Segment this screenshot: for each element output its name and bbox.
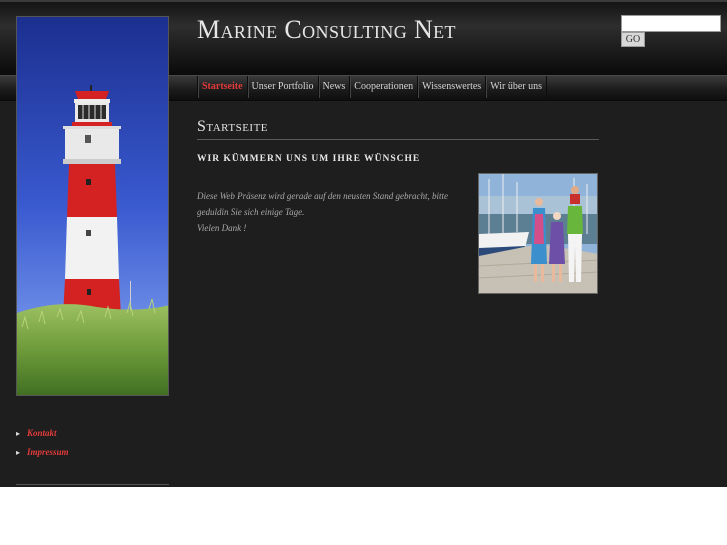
intro-text: Diese Web Präsenz wird gerade auf den ne… (197, 188, 462, 236)
sidebar-link-kontakt[interactable]: ▸ Kontakt (16, 424, 69, 442)
nav-item-startseite[interactable]: Startseite (198, 76, 248, 98)
sidebar-link-label: Kontakt (27, 428, 57, 438)
arrow-bullet-icon: ▸ (16, 429, 21, 438)
arrow-bullet-icon: ▸ (16, 448, 21, 457)
intro-paragraph: Diese Web Präsenz wird gerade auf den ne… (197, 191, 449, 217)
intro-thanks: Vielen Dank ! (197, 223, 247, 233)
nav-item-unser-portfolio[interactable]: Unser Portfolio (248, 76, 319, 98)
search-input[interactable] (621, 15, 721, 32)
site-title: Marine Consulting Net (197, 15, 456, 44)
nav-item-wir-ueber-uns[interactable]: Wir über uns (486, 76, 547, 98)
sidebar-link-label: Impressum (27, 447, 69, 457)
sidebar-divider (16, 484, 169, 485)
header-top-line (0, 0, 727, 2)
subheading: WIR KÜMMERN UNS UM IHRE WÜNSCHE (197, 154, 421, 164)
nav-item-wissenswertes[interactable]: Wissenswertes (418, 76, 487, 98)
nav-item-cooperationen[interactable]: Cooperationen (350, 76, 419, 98)
family-harbor-photo (478, 173, 598, 294)
section-title: Startseite (197, 118, 599, 140)
go-button[interactable]: GO (621, 32, 645, 47)
lighthouse-image (16, 16, 169, 396)
page: Marine Consulting Net GO Startseite Unse… (0, 0, 727, 487)
sidebar-link-impressum[interactable]: ▸ Impressum (16, 443, 69, 461)
main-nav: Startseite Unser Portfolio News Cooperat… (197, 76, 547, 98)
nav-item-news[interactable]: News (319, 76, 351, 98)
sidebar-links: ▸ Kontakt ▸ Impressum (16, 424, 69, 462)
